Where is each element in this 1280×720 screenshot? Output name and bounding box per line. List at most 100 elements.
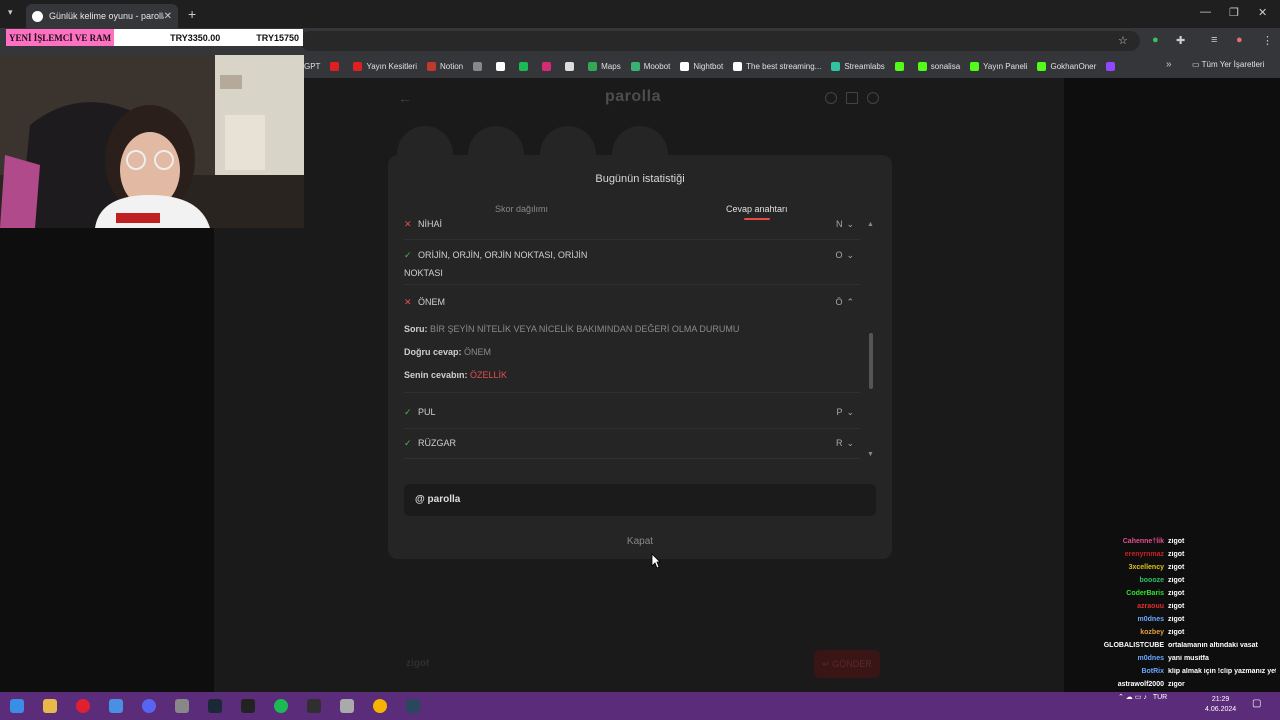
all-bookmarks-link[interactable]: ▭ Tüm Yer İşaretleri: [1192, 60, 1264, 69]
chevron-up-icon[interactable]: ⌃: [846, 297, 854, 308]
chat-username[interactable]: Cahenne†lik: [1123, 538, 1164, 551]
bookmark-item[interactable]: [496, 61, 509, 71]
bookmark-item[interactable]: Notion: [427, 61, 463, 71]
bookmark-item[interactable]: [330, 61, 343, 71]
share-box[interactable]: @ parolla: [404, 484, 876, 516]
extensions-puzzle-icon[interactable]: ✚: [1176, 34, 1185, 47]
tab-score-distribution[interactable]: Skor dağılımı: [495, 204, 548, 214]
bookmark-favicon-icon: [542, 61, 552, 71]
list-item[interactable]: ✓ RÜZGAR R ⌄: [404, 438, 860, 449]
bookmark-favicon-icon: [917, 61, 927, 71]
info-icon[interactable]: [825, 92, 837, 104]
bookmark-item[interactable]: sonalisa: [917, 61, 960, 71]
tab-search-icon[interactable]: ▾: [8, 7, 13, 18]
bookmarks-overflow-icon[interactable]: »: [1166, 59, 1172, 70]
list-item[interactable]: ✓ ORİJİN, ORJİN, ORJİN NOKTASI, ORİJİN NO…: [404, 250, 860, 278]
chat-username[interactable]: m0dnes: [1138, 616, 1164, 629]
app-icon[interactable]: [99, 692, 132, 720]
answer-input[interactable]: zigot: [398, 650, 798, 678]
chat-username[interactable]: m0dnes: [1138, 655, 1164, 668]
back-arrow-icon[interactable]: ←: [398, 90, 412, 106]
bookmark-item[interactable]: Yayın Paneli: [970, 61, 1027, 71]
epic-games-icon[interactable]: [231, 692, 264, 720]
chevron-down-icon[interactable]: ⌄: [846, 250, 854, 261]
bookmark-item[interactable]: [473, 61, 486, 71]
chat-username[interactable]: boooze: [1140, 577, 1165, 590]
chat-username[interactable]: kozbey: [1140, 629, 1164, 642]
chevron-down-icon[interactable]: ⌄: [846, 438, 854, 449]
chat-username[interactable]: erenyrnmaz: [1125, 551, 1164, 564]
list-item[interactable]: ✕ NİHAİ N ⌄: [404, 219, 860, 230]
statistics-modal: Bugünün istatistiği Skor dağılımı Cevap …: [388, 155, 892, 559]
bookmark-item[interactable]: [519, 61, 532, 71]
extension-icon[interactable]: ●: [1152, 34, 1159, 46]
tray-icons[interactable]: ⌃ ☁ ▭ ♪: [1118, 693, 1147, 701]
bookmark-item[interactable]: [894, 61, 908, 71]
close-tab-icon[interactable]: ✕: [164, 11, 172, 22]
obs-icon[interactable]: [297, 692, 330, 720]
spotify-icon[interactable]: [264, 692, 297, 720]
bookmark-item[interactable]: Nightbot: [680, 61, 723, 71]
bookmark-item[interactable]: Moobot: [630, 61, 670, 71]
address-bar[interactable]: [300, 31, 1140, 51]
chat-username[interactable]: BotRix: [1141, 668, 1164, 681]
bookmark-item[interactable]: GokhanOner: [1037, 61, 1096, 71]
file-explorer-icon[interactable]: [33, 692, 66, 720]
user-icon[interactable]: [867, 92, 879, 104]
chevron-down-icon[interactable]: ⌄: [846, 407, 854, 418]
steam-icon[interactable]: [396, 692, 429, 720]
ticker-label: YENİ İŞLEMCİ VE RAM: [6, 29, 115, 46]
chevron-down-icon[interactable]: ⌄: [846, 219, 854, 230]
bookmark-item[interactable]: Yayın Kesitleri: [353, 61, 417, 71]
minimize-icon[interactable]: —: [1200, 6, 1211, 18]
bookmark-star-icon[interactable]: ☆: [1118, 34, 1128, 47]
profile-avatar-icon[interactable]: ●: [1236, 34, 1243, 46]
bookmark-item[interactable]: [1106, 61, 1119, 71]
submit-button[interactable]: ↵ GÖNDER: [814, 650, 880, 678]
scroll-down-icon[interactable]: ▼: [867, 451, 874, 458]
steam-icon[interactable]: [198, 692, 231, 720]
answer-word: ORİJİN, ORJİN, ORJİN NOKTASI, ORİJİN: [418, 250, 588, 260]
bookmark-favicon-icon: [733, 61, 743, 71]
tab-title: Günlük kelime oyunu - parolla: [49, 11, 164, 21]
bookmark-item[interactable]: GPT: [304, 62, 320, 71]
opera-icon[interactable]: [66, 692, 99, 720]
close-button[interactable]: Kapat: [388, 536, 892, 547]
app-icon[interactable]: [330, 692, 363, 720]
clock[interactable]: 21:29 4.06.2024: [1205, 695, 1236, 715]
bookmark-item[interactable]: [565, 61, 578, 71]
maximize-icon[interactable]: ❐: [1229, 6, 1239, 19]
discord-icon[interactable]: [132, 692, 165, 720]
scroll-up-icon[interactable]: ▲: [867, 221, 874, 228]
list-item[interactable]: ✕ ÖNEM Ö ⌃: [404, 297, 860, 308]
stats-icon[interactable]: [846, 92, 858, 104]
bookmark-item[interactable]: Maps: [588, 61, 621, 71]
new-tab-button[interactable]: +: [188, 6, 196, 22]
divider: [404, 392, 860, 393]
menu-kebab-icon[interactable]: ⋮: [1262, 34, 1273, 47]
scrollbar-thumb[interactable]: [869, 333, 873, 389]
notification-icon[interactable]: ▢: [1252, 698, 1261, 709]
chat-message: erenyrnmaz zigot: [1066, 551, 1276, 564]
chat-message: m0dnes zigot: [1066, 616, 1276, 629]
chat-message: boooze zigot: [1066, 577, 1276, 590]
chat-username[interactable]: CoderBaris: [1126, 590, 1164, 603]
browser-tab[interactable]: Günlük kelime oyunu - parolla ✕: [26, 4, 178, 28]
chat-username[interactable]: GLOBALISTCUBE: [1104, 642, 1164, 655]
list-item[interactable]: ✓ PUL P ⌄: [404, 407, 860, 418]
media-queue-icon[interactable]: ≡: [1211, 34, 1217, 46]
chat-username[interactable]: azraouu: [1137, 603, 1164, 616]
chrome-icon[interactable]: [363, 692, 396, 720]
language-indicator[interactable]: TUR: [1153, 694, 1167, 701]
bookmark-item[interactable]: [542, 61, 555, 71]
chat-username[interactable]: 3xcellency: [1129, 564, 1164, 577]
chat-text: klip almak için !clip yazmanız yeterli: [1168, 668, 1276, 675]
bookmark-item[interactable]: Streamlabs: [831, 61, 885, 71]
price-ticker: YENİ İŞLEMCİ VE RAM TRY3350.00 TRY15750: [6, 29, 303, 46]
bookmark-item[interactable]: The best streaming...: [733, 61, 821, 71]
windows-start-icon[interactable]: [0, 692, 33, 720]
app-icon[interactable]: [165, 692, 198, 720]
close-window-icon[interactable]: ✕: [1258, 6, 1267, 19]
chat-text: zigot: [1168, 551, 1185, 558]
tab-answer-key[interactable]: Cevap anahtarı: [726, 204, 788, 214]
